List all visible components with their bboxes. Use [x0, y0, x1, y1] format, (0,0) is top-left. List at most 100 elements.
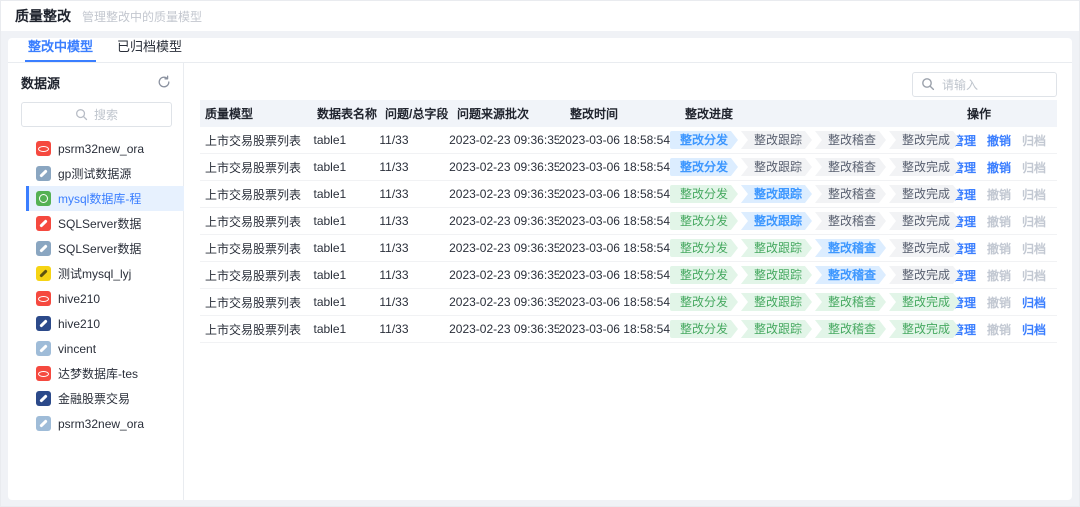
row-actions: 管理撤销归档: [952, 186, 1057, 203]
column-header: 整改进度: [685, 105, 967, 122]
progress-step-done: 整改跟踪: [741, 239, 812, 257]
sidebar-search-placeholder: 搜索: [94, 106, 118, 123]
greenplum-slate-icon: [36, 166, 51, 181]
fix-time-cell: 2023-03-06 18:58:54: [559, 241, 670, 255]
progress-step-done: 整改分发: [670, 239, 738, 257]
dameng-red-icon: [36, 366, 51, 381]
tab-in-progress-models[interactable]: 整改中模型: [25, 38, 96, 62]
row-actions: 管理撤销归档: [952, 213, 1057, 230]
column-header: 质量模型: [200, 105, 317, 122]
archive-link[interactable]: 归档: [1022, 294, 1046, 311]
datasource-item[interactable]: SQLServer数据: [26, 211, 184, 236]
datasource-item[interactable]: psrm32new_ora: [26, 411, 184, 436]
issue-batch-time-cell: 2023-02-23 09:36:35: [449, 133, 558, 147]
datasource-item-label: hive210: [58, 317, 100, 331]
table-row: 上市交易股票列表table111/332023-02-23 09:36:3520…: [200, 154, 1057, 181]
table-name-cell: table1: [313, 322, 379, 336]
revoke-link[interactable]: 撤销: [987, 159, 1011, 176]
fix-time-cell: 2023-03-06 18:58:54: [559, 322, 670, 336]
datasource-item[interactable]: 金融股票交易: [26, 386, 184, 411]
datasource-item[interactable]: SQLServer数据: [26, 236, 184, 261]
progress-steps: 整改分发整改跟踪整改稽查整改完成: [670, 320, 952, 338]
revoke-link[interactable]: 撤销: [987, 132, 1011, 149]
issue-ratio-cell: 11/33: [379, 268, 449, 282]
content-card: 整改中模型已归档模型 数据源 搜索: [8, 38, 1072, 500]
progress-step-pending: 整改稽查: [815, 131, 886, 149]
datasource-item-label: 达梦数据库-tes: [58, 365, 138, 382]
table-body: 上市交易股票列表table111/332023-02-23 09:36:3520…: [200, 127, 1057, 343]
tab-bar: 整改中模型已归档模型: [8, 38, 1072, 63]
progress-step-active: 整改分发: [670, 158, 738, 176]
column-header: 问题/总字段: [385, 105, 457, 122]
datasource-item[interactable]: gp测试数据源: [26, 161, 184, 186]
datasource-list: psrm32new_oragp测试数据源mysql数据库-程SQLServer数…: [26, 136, 183, 436]
table-name-cell: table1: [313, 268, 379, 282]
datasource-item-label: hive210: [58, 292, 100, 306]
datasource-item-label: 测试mysql_lyj: [58, 265, 131, 282]
fix-time-cell: 2023-03-06 18:58:54: [559, 268, 670, 282]
progress-steps: 整改分发整改跟踪整改稽查整改完成: [670, 158, 952, 176]
datasource-item[interactable]: mysql数据库-程: [26, 186, 184, 211]
datasource-item[interactable]: 测试mysql_lyj: [26, 261, 184, 286]
sqlserver-slate-icon: [36, 241, 51, 256]
progress-step-pending: 整改完成: [889, 212, 960, 230]
quality-model-cell: 上市交易股票列表: [200, 213, 313, 230]
progress-steps: 整改分发整改跟踪整改稽查整改完成: [670, 239, 952, 257]
archive-link: 归档: [1022, 213, 1046, 230]
progress-step-done: 整改完成: [889, 320, 960, 338]
progress-step-done: 整改跟踪: [741, 266, 812, 284]
issue-ratio-cell: 11/33: [379, 322, 449, 336]
progress-step-done: 整改分发: [670, 293, 738, 311]
quality-model-cell: 上市交易股票列表: [200, 240, 313, 257]
row-actions: 管理撤销归档: [952, 240, 1057, 257]
revoke-link: 撤销: [987, 240, 1011, 257]
oracle-red-icon: [36, 141, 51, 156]
progress-step-pending: 整改完成: [889, 185, 960, 203]
progress-step-pending: 整改完成: [889, 131, 960, 149]
issue-ratio-cell: 11/33: [379, 133, 449, 147]
progress-steps: 整改分发整改跟踪整改稽查整改完成: [670, 266, 952, 284]
tab-archived-models[interactable]: 已归档模型: [114, 38, 185, 62]
datasource-blue-icon: [36, 341, 51, 356]
quality-model-cell: 上市交易股票列表: [200, 294, 313, 311]
finance-navy-icon: [36, 391, 51, 406]
progress-step-pending: 整改稽查: [815, 158, 886, 176]
progress-steps: 整改分发整改跟踪整改稽查整改完成: [670, 185, 952, 203]
progress-step-pending: 整改稽查: [815, 185, 886, 203]
progress-step-pending: 整改稽查: [815, 212, 886, 230]
mysql-yellow-icon: [36, 266, 51, 281]
column-header: 整改时间: [570, 105, 685, 122]
issue-ratio-cell: 11/33: [379, 214, 449, 228]
datasource-item-label: 金融股票交易: [58, 390, 130, 407]
sidebar-search-input[interactable]: 搜索: [21, 102, 172, 127]
progress-step-pending: 整改完成: [889, 239, 960, 257]
refresh-icon[interactable]: [156, 74, 172, 90]
row-actions: 管理撤销归档: [952, 294, 1057, 311]
datasource-item[interactable]: hive210: [26, 286, 184, 311]
column-header: 数据表名称: [317, 105, 385, 122]
issue-batch-time-cell: 2023-02-23 09:36:35: [449, 214, 558, 228]
issue-ratio-cell: 11/33: [379, 295, 449, 309]
datasource-item[interactable]: hive210: [26, 311, 184, 336]
progress-step-done: 整改稽查: [815, 320, 886, 338]
progress-step-pending: 整改跟踪: [741, 131, 812, 149]
datasource-item[interactable]: vincent: [26, 336, 184, 361]
datasource-item-label: gp测试数据源: [58, 165, 131, 182]
page-title: 质量整改: [15, 6, 71, 26]
archive-link[interactable]: 归档: [1022, 321, 1046, 338]
progress-steps: 整改分发整改跟踪整改稽查整改完成: [670, 293, 952, 311]
datasource-item[interactable]: psrm32new_ora: [26, 136, 184, 161]
datasource-item[interactable]: 达梦数据库-tes: [26, 361, 184, 386]
progress-step-done: 整改跟踪: [741, 293, 812, 311]
progress-step-active: 整改分发: [670, 131, 738, 149]
revoke-link: 撤销: [987, 186, 1011, 203]
issue-batch-time-cell: 2023-02-23 09:36:35: [449, 268, 558, 282]
progress-step-done: 整改分发: [670, 185, 738, 203]
table-search: [912, 72, 1057, 97]
fix-time-cell: 2023-03-06 18:58:54: [559, 214, 670, 228]
progress-step-pending: 整改完成: [889, 158, 960, 176]
hive-red-icon: [36, 291, 51, 306]
archive-link: 归档: [1022, 132, 1046, 149]
table-row: 上市交易股票列表table111/332023-02-23 09:36:3520…: [200, 262, 1057, 289]
table-row: 上市交易股票列表table111/332023-02-23 09:36:3520…: [200, 208, 1057, 235]
